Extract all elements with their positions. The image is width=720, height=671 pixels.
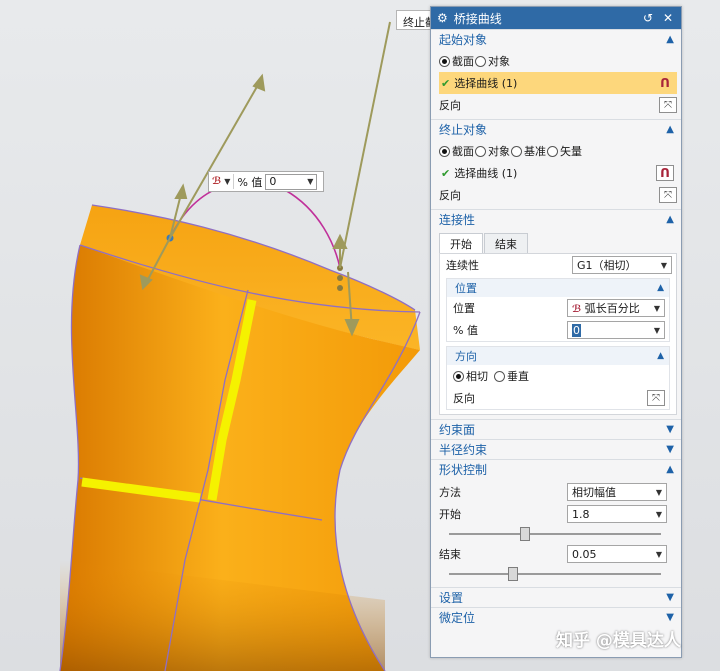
- start-magnitude-field[interactable]: 1.8 ▼: [567, 505, 667, 523]
- continuity-tabs: 开始 结束: [439, 233, 681, 253]
- section-radius-constraint[interactable]: 半径约束 ▼: [431, 439, 681, 459]
- position-dropdown[interactable]: ℬ 弧长百分比 ▼: [567, 299, 665, 317]
- radio-normal[interactable]: 垂直: [494, 368, 529, 384]
- chevron-up-icon[interactable]: ▲: [666, 464, 674, 475]
- curve-select-icon[interactable]: ᑎ: [656, 75, 674, 91]
- section-constraint-face[interactable]: 约束面 ▼: [431, 419, 681, 439]
- slider-thumb[interactable]: [507, 567, 518, 581]
- reset-icon[interactable]: ↺: [641, 11, 655, 25]
- chevron-down-icon[interactable]: ▼: [666, 592, 674, 603]
- pct-value-input[interactable]: 0 ▼: [265, 173, 318, 190]
- separator: [233, 174, 235, 189]
- section-start-object[interactable]: 起始对象 ▲: [431, 29, 681, 49]
- radio-start-section[interactable]: 截面: [439, 53, 474, 69]
- check-icon: ✔: [441, 76, 451, 90]
- end-type-radios: 截面 对象 基准 矢量: [439, 141, 677, 161]
- chevron-up-icon[interactable]: ▲: [657, 283, 664, 293]
- radio-end-object[interactable]: 对象: [475, 143, 510, 159]
- position-row: 位置 ℬ 弧长百分比 ▼: [447, 297, 669, 319]
- chevron-down-icon: ▼: [655, 487, 662, 497]
- pct-value-field[interactable]: 0 ▼: [567, 321, 665, 339]
- end-point-handle-2[interactable]: [337, 275, 343, 281]
- pct-row: % 值 0 ▼: [447, 319, 669, 341]
- shape-control-body: 方法 相切幅值 ▼ 开始 1.8 ▼ 结束 0.05 ▼: [431, 479, 681, 587]
- chevron-down-icon: ▼: [653, 325, 660, 335]
- start-select-curve[interactable]: ✔ 选择曲线 (1) ᑎ: [439, 72, 677, 94]
- tab-start[interactable]: 开始: [439, 233, 483, 253]
- end-reverse-row: 反向 ⤧: [439, 185, 677, 205]
- chevron-down-icon[interactable]: ▼: [666, 612, 674, 623]
- method-row: 方法 相切幅值 ▼: [439, 481, 671, 503]
- chevron-down-icon: ▼: [653, 303, 660, 313]
- position-group: 位置 ▲ 位置 ℬ 弧长百分比 ▼ % 值 0 ▼: [446, 278, 670, 342]
- reverse-direction-icon[interactable]: ⤧: [659, 97, 677, 113]
- arc-length-icon[interactable]: ℬ: [212, 176, 221, 187]
- chevron-up-icon[interactable]: ▲: [657, 351, 664, 361]
- radio-end-vector[interactable]: 矢量: [547, 143, 582, 159]
- start-object-body: 截面 对象 ✔ 选择曲线 (1) ᑎ 反向 ⤧: [431, 49, 681, 119]
- start-type-radios: 截面 对象: [439, 51, 677, 71]
- check-icon: ✔: [441, 166, 451, 180]
- bridge-curve-dialog: ⚙ 桥接曲线 ↺ ✕ 起始对象 ▲ 截面 对象 ✔ 选择曲线 (1) ᑎ 反向 …: [430, 6, 682, 658]
- start-magnitude-row: 开始 1.8 ▼: [439, 503, 671, 525]
- dialog-title: 桥接曲线: [453, 11, 502, 26]
- end-magnitude-field[interactable]: 0.05 ▼: [567, 545, 667, 563]
- continuity-panel: 连续性 G1（相切） ▼ 位置 ▲ 位置 ℬ 弧长百分比 ▼ % 值 0 ▼ 方…: [439, 253, 677, 415]
- end-select-curve[interactable]: ✔ 选择曲线 (1) ᑎ: [439, 162, 677, 184]
- chevron-up-icon[interactable]: ▲: [666, 214, 674, 225]
- arc-length-icon: ℬ: [572, 304, 582, 315]
- section-settings[interactable]: 设置 ▼: [431, 587, 681, 607]
- radio-start-object[interactable]: 对象: [475, 53, 510, 69]
- radio-end-section[interactable]: 截面: [439, 143, 474, 159]
- gear-icon[interactable]: ⚙: [437, 11, 448, 25]
- direction-reverse-row: 反向 ⤧: [447, 387, 669, 409]
- end-object-body: 截面 对象 基准 矢量 ✔ 选择曲线 (1) ᑎ 反向 ⤧: [431, 139, 681, 209]
- chevron-up-icon[interactable]: ▲: [666, 124, 674, 135]
- section-end-object[interactable]: 终止对象 ▲: [431, 119, 681, 139]
- section-fine-position[interactable]: 微定位 ▼: [431, 607, 681, 627]
- slider-track: [449, 573, 661, 575]
- direction-group: 方向 ▲ 相切 垂直 反向 ⤧: [446, 346, 670, 410]
- direction-radios: 相切 垂直: [447, 365, 669, 387]
- pct-label: % 值: [237, 175, 263, 189]
- section-shape-control[interactable]: 形状控制 ▲: [431, 459, 681, 479]
- chevron-down-icon: ▼: [655, 549, 662, 559]
- section-continuity[interactable]: 连接性 ▲: [431, 209, 681, 229]
- direction-header[interactable]: 方向 ▲: [447, 347, 669, 365]
- slider-thumb[interactable]: [520, 527, 531, 541]
- close-icon[interactable]: ✕: [661, 11, 675, 25]
- chevron-down-icon: ▼: [660, 260, 667, 270]
- reverse-direction-icon[interactable]: ⤧: [647, 390, 665, 406]
- chevron-down-icon: ▼: [307, 177, 314, 186]
- dialog-titlebar[interactable]: ⚙ 桥接曲线 ↺ ✕: [431, 7, 681, 29]
- chevron-up-icon[interactable]: ▲: [666, 34, 674, 45]
- end-point-handle-3[interactable]: [337, 285, 343, 291]
- position-header[interactable]: 位置 ▲: [447, 279, 669, 297]
- continuity-dropdown[interactable]: G1（相切） ▼: [572, 256, 672, 274]
- continuity-row: 连续性 G1（相切） ▼: [440, 254, 676, 276]
- tab-end[interactable]: 结束: [484, 233, 528, 253]
- radio-tangent[interactable]: 相切: [453, 368, 488, 384]
- start-magnitude-slider[interactable]: [449, 525, 661, 543]
- chevron-down-icon: ▼: [655, 509, 662, 519]
- end-magnitude-row: 结束 0.05 ▼: [439, 543, 671, 565]
- watermark: 知乎 @模具达人: [556, 631, 681, 651]
- radio-end-datum[interactable]: 基准: [511, 143, 546, 159]
- curve-select-icon[interactable]: ᑎ: [656, 165, 674, 181]
- start-reverse-row: 反向 ⤧: [439, 95, 677, 115]
- floating-pct-toolbar[interactable]: ℬ ▼ % 值 0 ▼: [208, 171, 324, 192]
- end-magnitude-slider[interactable]: [449, 565, 661, 583]
- chevron-down-icon[interactable]: ▼: [666, 424, 674, 435]
- chevron-down-icon[interactable]: ▼: [666, 444, 674, 455]
- reverse-direction-icon[interactable]: ⤧: [659, 187, 677, 203]
- chevron-down-icon[interactable]: ▼: [224, 177, 230, 186]
- method-dropdown[interactable]: 相切幅值 ▼: [567, 483, 667, 501]
- slider-track: [449, 533, 661, 535]
